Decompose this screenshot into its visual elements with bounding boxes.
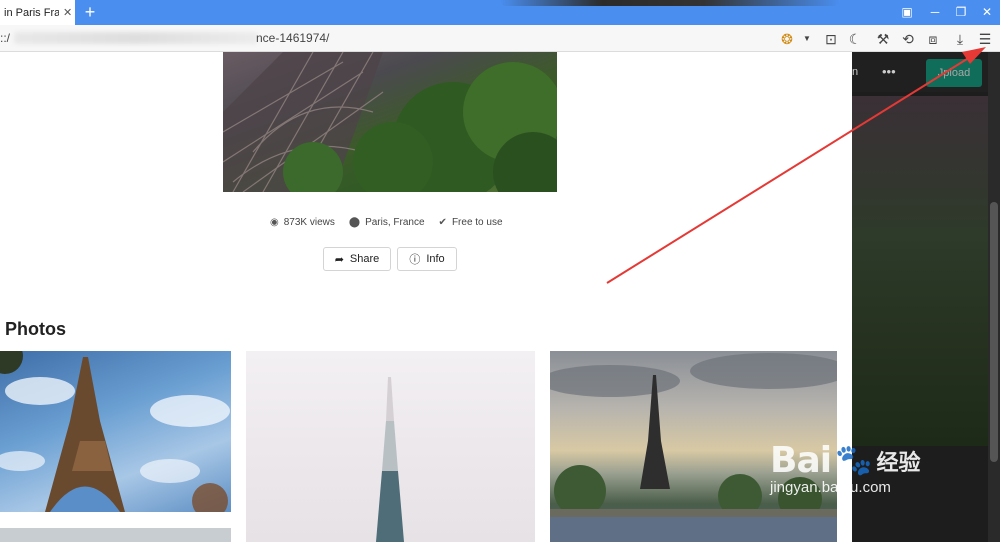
share-button[interactable]: ➦ Share bbox=[323, 247, 391, 271]
license-text: Free to use bbox=[451, 217, 503, 228]
address-bar[interactable]: ::/ nce-1461974/ ❂ ▼ ⊡ ☾ ⚒ ⟲ ⧈ ⤓ ☰ bbox=[0, 25, 1000, 52]
url-prefix: ::/ bbox=[0, 31, 11, 45]
url-text: nce-1461974/ bbox=[256, 31, 330, 45]
side-panel-header: n ••• Jpload bbox=[852, 52, 1000, 92]
new-tab-button[interactable]: + bbox=[80, 2, 100, 22]
check-circle-icon: ✔ bbox=[438, 217, 447, 228]
share-icon: ➦ bbox=[334, 253, 344, 266]
eye-icon: ◉ bbox=[270, 217, 279, 228]
crop-icon[interactable]: ⧈ bbox=[924, 30, 942, 48]
scrollbar-thumb[interactable] bbox=[990, 202, 998, 462]
side-panel-photo bbox=[852, 96, 992, 446]
url-blurred bbox=[14, 32, 258, 44]
watermark-logo: Bai bbox=[770, 440, 832, 481]
tab-title: in Paris Frar bbox=[4, 6, 59, 19]
tools-icon[interactable]: ⚒ bbox=[874, 30, 892, 48]
scrollbar[interactable] bbox=[988, 52, 1000, 542]
dropdown-icon[interactable]: ▼ bbox=[798, 30, 816, 48]
watermark-url: jingyan.baidu.com bbox=[770, 479, 891, 496]
more-options-icon[interactable]: ••• bbox=[882, 64, 896, 79]
extension-icon[interactable]: ❂ bbox=[778, 30, 796, 48]
watermark-cn: 经验 bbox=[876, 449, 921, 475]
minimize-icon[interactable]: ─ bbox=[926, 4, 944, 20]
menu-icon[interactable]: ☰ bbox=[976, 30, 994, 48]
license-stat: ✔ Free to use bbox=[439, 217, 503, 228]
close-window-icon[interactable]: ✕ bbox=[978, 4, 996, 20]
translate-icon[interactable]: ⟲ bbox=[899, 30, 917, 48]
paw-icon: 🐾 bbox=[835, 444, 873, 477]
tab-strip: in Paris Frar ✕ + ▣ ─ ❐ ✕ bbox=[0, 0, 1000, 25]
tab-close-icon[interactable]: ✕ bbox=[63, 6, 72, 19]
blurred-region bbox=[500, 0, 840, 6]
share-label: Share bbox=[349, 253, 380, 265]
photo-card[interactable] bbox=[0, 351, 231, 512]
views-stat: ◉ 873K views bbox=[270, 217, 335, 228]
side-panel-partial-text: n bbox=[852, 66, 859, 78]
watermark: Bai 🐾 经验 jingyan.baidu.com bbox=[770, 440, 920, 496]
night-mode-icon[interactable]: ☾ bbox=[846, 30, 864, 48]
location-pin-icon: ⬤ bbox=[348, 217, 361, 228]
hero-photo[interactable] bbox=[223, 52, 557, 192]
info-label: Info bbox=[426, 253, 445, 265]
photo-card[interactable] bbox=[246, 351, 535, 542]
download-icon[interactable]: ⤓ bbox=[951, 30, 969, 48]
photo-stats: ◉ 873K views ⬤ Paris, France ✔ Free to u… bbox=[270, 217, 503, 228]
info-button[interactable]: ⓘ Info bbox=[397, 247, 457, 271]
browser-tab[interactable]: in Paris Frar ✕ bbox=[0, 0, 75, 25]
upload-button[interactable]: Jpload bbox=[926, 59, 982, 87]
photo-card[interactable] bbox=[0, 528, 231, 542]
location-text: Paris, France bbox=[365, 217, 425, 228]
restore-icon[interactable]: ❐ bbox=[952, 4, 970, 20]
sidebar-toggle-icon[interactable]: ▣ bbox=[898, 4, 916, 20]
info-icon: ⓘ bbox=[409, 254, 421, 266]
location-stat: ⬤ Paris, France bbox=[349, 217, 425, 228]
briefcase-icon[interactable]: ⊡ bbox=[822, 30, 840, 48]
photos-heading: Photos bbox=[5, 319, 66, 339]
page-content: ◉ 873K views ⬤ Paris, France ✔ Free to u… bbox=[0, 52, 852, 542]
views-count: 873K views bbox=[283, 217, 335, 228]
